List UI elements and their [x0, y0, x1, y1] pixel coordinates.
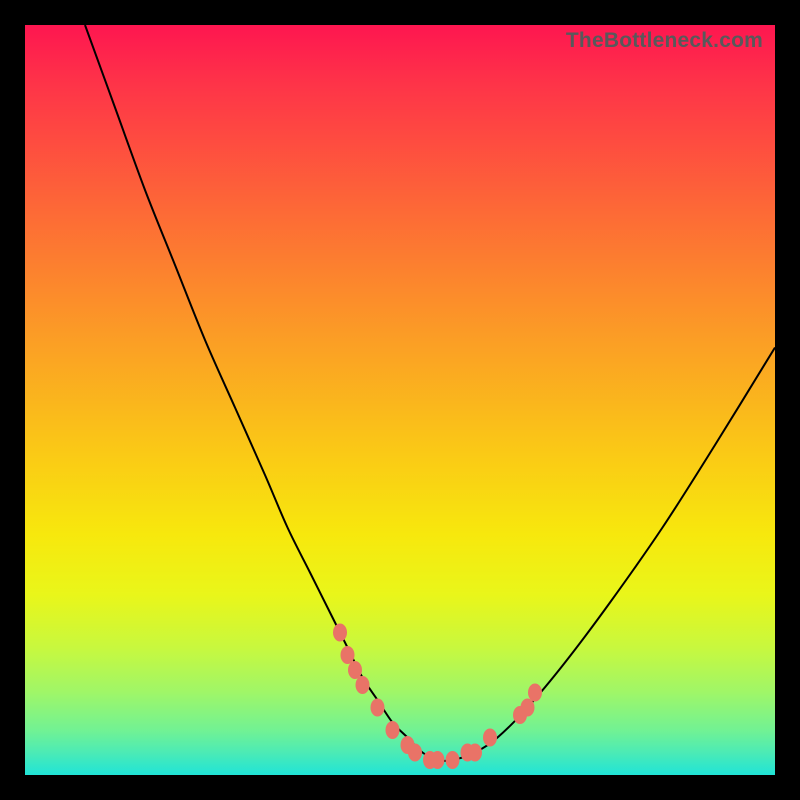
highlight-marker [333, 624, 347, 642]
curve-svg [25, 25, 775, 775]
plot-area: TheBottleneck.com [25, 25, 775, 775]
bottleneck-curve [85, 25, 775, 761]
highlight-marker [521, 699, 535, 717]
highlight-marker [341, 646, 355, 664]
highlight-marker [528, 684, 542, 702]
chart-frame: TheBottleneck.com [0, 0, 800, 800]
marker-group [333, 624, 542, 770]
highlight-marker [408, 744, 422, 762]
highlight-marker [371, 699, 385, 717]
highlight-marker [356, 676, 370, 694]
highlight-marker [446, 751, 460, 769]
highlight-marker [431, 751, 445, 769]
highlight-marker [468, 744, 482, 762]
highlight-marker [483, 729, 497, 747]
highlight-marker [386, 721, 400, 739]
highlight-marker [348, 661, 362, 679]
